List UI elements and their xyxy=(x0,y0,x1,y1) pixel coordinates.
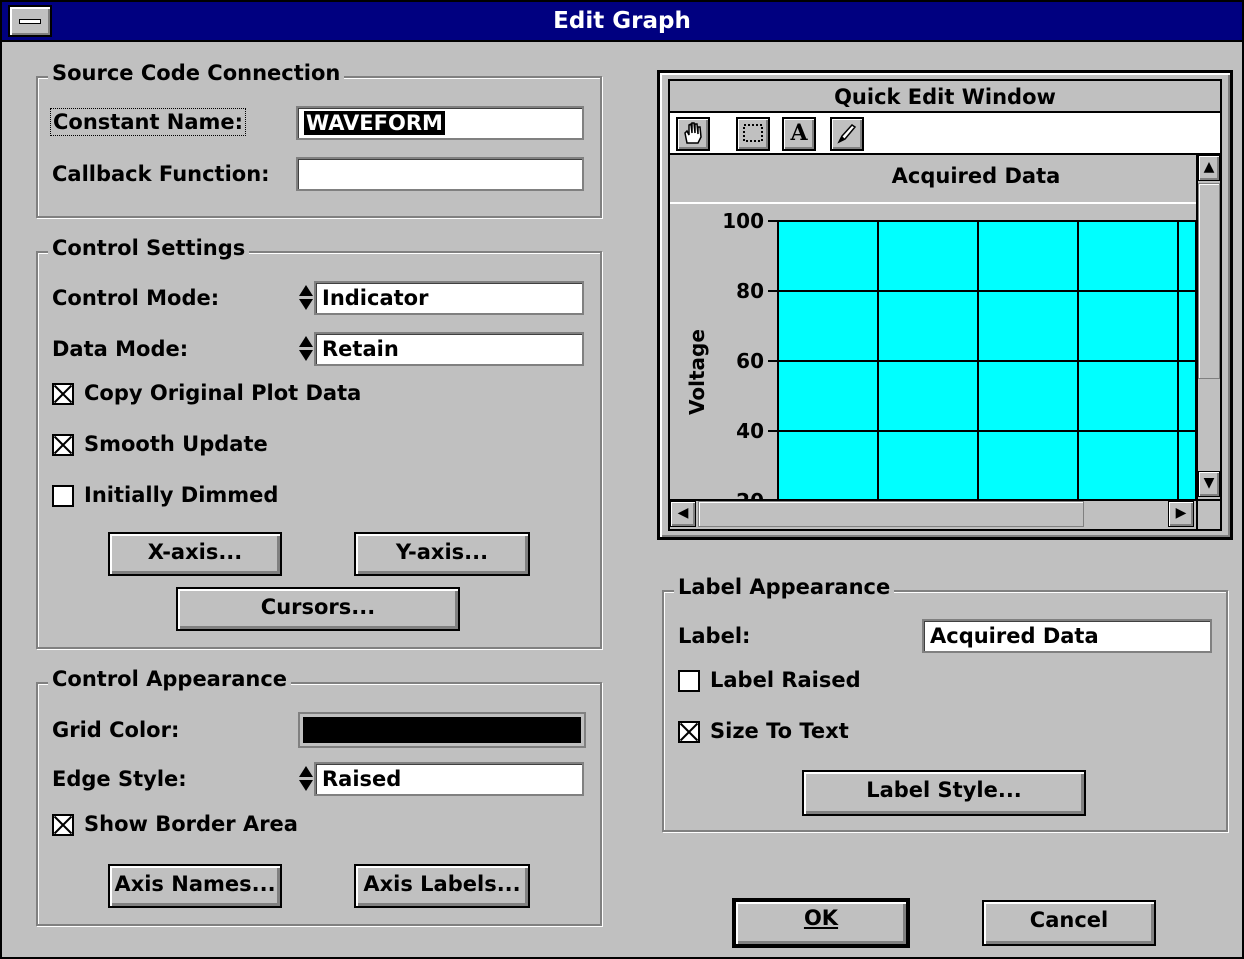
edge-style-field[interactable]: Raised xyxy=(314,762,584,796)
control-mode-spinner[interactable] xyxy=(297,282,313,314)
copy-original-label: Copy Original Plot Data xyxy=(84,381,362,405)
initially-dimmed-label: Initially Dimmed xyxy=(84,483,279,507)
data-mode-spinner[interactable] xyxy=(297,333,313,365)
ok-button[interactable]: OK xyxy=(732,898,910,948)
scroll-corner xyxy=(1196,499,1220,529)
brush-icon[interactable] xyxy=(830,117,864,151)
graph-svg: Acquired Data Voltage 100 80 60 40 20 xyxy=(670,164,1196,499)
vertical-scrollbar[interactable]: ▲ ▼ xyxy=(1196,155,1220,499)
y-tick-label: 20 xyxy=(736,489,764,499)
copy-original-checkbox[interactable] xyxy=(52,383,74,405)
quick-edit-frame: Quick Edit Window A Acquired Data Voltag… xyxy=(668,79,1222,531)
smooth-update-checkbox[interactable] xyxy=(52,434,74,456)
grid-color-button[interactable] xyxy=(298,712,586,748)
size-to-text-checkbox[interactable] xyxy=(678,721,700,743)
data-mode-field[interactable]: Retain xyxy=(314,332,584,366)
spin-up-icon xyxy=(299,336,313,347)
y-axis-button[interactable]: Y-axis... xyxy=(354,532,530,576)
scroll-thumb-h[interactable] xyxy=(698,501,1084,527)
show-border-label: Show Border Area xyxy=(84,812,298,836)
y-tick-label: 80 xyxy=(736,279,764,303)
select-rect-icon[interactable] xyxy=(736,117,770,151)
label-raised-label: Label Raised xyxy=(710,668,861,692)
horizontal-scrollbar[interactable]: ◀ ▶ xyxy=(670,499,1196,529)
x-axis-button[interactable]: X-axis... xyxy=(108,532,282,576)
hand-icon[interactable] xyxy=(676,117,710,151)
ok-button-label: OK xyxy=(803,906,839,930)
scroll-thumb[interactable] xyxy=(1198,183,1220,379)
edit-graph-dialog: Edit Graph Source Code Connection Consta… xyxy=(0,0,1244,959)
scroll-down-icon[interactable]: ▼ xyxy=(1198,471,1220,497)
source-code-group: Source Code Connection xyxy=(36,61,602,218)
graph-title: Acquired Data xyxy=(892,164,1061,188)
y-axis-name: Voltage xyxy=(685,329,709,415)
hand-icon-glyph xyxy=(684,122,702,144)
label-field[interactable]: Acquired Data xyxy=(922,619,1212,653)
quick-edit-title: Quick Edit Window xyxy=(670,81,1220,113)
control-appearance-legend: Control Appearance xyxy=(48,667,292,691)
source-code-legend: Source Code Connection xyxy=(48,61,345,85)
spin-down-icon xyxy=(299,350,313,361)
show-border-checkbox[interactable] xyxy=(52,814,74,836)
smooth-update-label: Smooth Update xyxy=(84,432,268,456)
label-label: Label: xyxy=(678,624,751,648)
spin-up-icon xyxy=(299,766,313,777)
cursors-button[interactable]: Cursors... xyxy=(176,587,460,631)
y-tick-label: 100 xyxy=(722,209,764,233)
quick-edit-toolbar: A xyxy=(670,113,1220,155)
constant-name-label: Constant Name: xyxy=(50,108,247,136)
edge-style-label: Edge Style: xyxy=(52,767,187,791)
grid-color-swatch xyxy=(303,717,581,743)
select-rect-glyph xyxy=(743,124,763,142)
callback-function-label: Callback Function: xyxy=(52,162,270,186)
y-tick-label: 40 xyxy=(736,419,764,443)
callback-function-field[interactable] xyxy=(296,157,584,191)
constant-name-value: WAVEFORM xyxy=(304,111,445,135)
size-to-text-label: Size To Text xyxy=(710,719,849,743)
y-tick-label: 60 xyxy=(736,349,764,373)
spin-down-icon xyxy=(299,299,313,310)
control-mode-field[interactable]: Indicator xyxy=(314,281,584,315)
label-raised-checkbox[interactable] xyxy=(678,670,700,692)
text-tool-icon[interactable]: A xyxy=(782,117,816,151)
title-bar: Edit Graph xyxy=(2,2,1242,42)
grid-color-label: Grid Color: xyxy=(52,718,180,742)
scroll-left-icon[interactable]: ◀ xyxy=(670,501,696,527)
scroll-right-icon[interactable]: ▶ xyxy=(1168,501,1194,527)
graph-preview[interactable]: Acquired Data Voltage 100 80 60 40 20 xyxy=(670,155,1196,499)
spin-up-icon xyxy=(299,285,313,296)
control-settings-legend: Control Settings xyxy=(48,236,250,260)
axis-names-button[interactable]: Axis Names... xyxy=(108,864,282,908)
spin-down-icon xyxy=(299,780,313,791)
brush-glyph xyxy=(837,124,857,144)
label-appearance-legend: Label Appearance xyxy=(674,575,895,599)
initially-dimmed-checkbox[interactable] xyxy=(52,485,74,507)
edge-style-spinner[interactable] xyxy=(297,763,313,795)
axis-labels-button[interactable]: Axis Labels... xyxy=(354,864,530,908)
quick-edit-window: Quick Edit Window A Acquired Data Voltag… xyxy=(657,70,1233,540)
window-title: Edit Graph xyxy=(553,8,691,34)
constant-name-field[interactable]: WAVEFORM xyxy=(296,106,584,140)
data-mode-label: Data Mode: xyxy=(52,337,189,361)
scroll-up-icon[interactable]: ▲ xyxy=(1198,155,1220,181)
control-mode-label: Control Mode: xyxy=(52,286,220,310)
cancel-button[interactable]: Cancel xyxy=(982,900,1156,946)
label-style-button[interactable]: Label Style... xyxy=(802,770,1086,816)
